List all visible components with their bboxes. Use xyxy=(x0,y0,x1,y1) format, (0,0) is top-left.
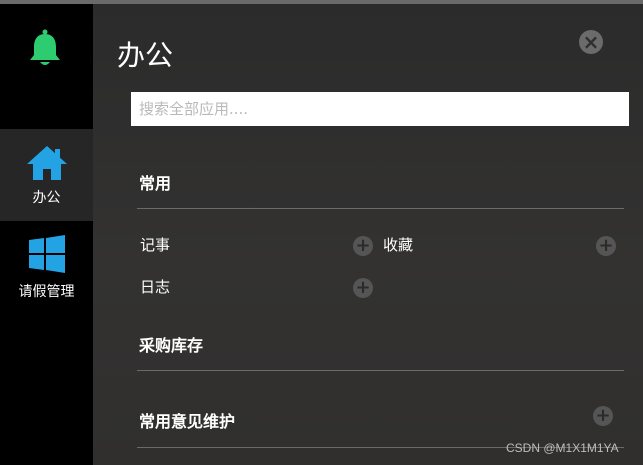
notification-bell[interactable] xyxy=(0,4,93,104)
app-notes[interactable]: 记事 xyxy=(140,234,170,255)
add-favorites-plus-icon[interactable]: + xyxy=(596,236,616,256)
divider xyxy=(137,208,624,209)
section-title-common: 常用 xyxy=(139,174,172,193)
sidebar: 办公 请假管理 xyxy=(0,4,93,465)
sidebar-item-label: 办公 xyxy=(32,190,61,206)
add-notes-plus-icon[interactable]: + xyxy=(353,236,373,256)
panel-title: 办公 xyxy=(117,39,174,72)
app-panel: 办公 × 常用 记事 + 收藏 + 日志 + 采购库存 常用意见维护 + xyxy=(93,4,643,465)
sidebar-item-office[interactable]: 办公 xyxy=(0,129,93,221)
search-input[interactable] xyxy=(131,92,629,126)
section-title-opinion-maintenance: 常用意见维护 xyxy=(139,412,236,431)
add-opinion-maintenance-plus-icon[interactable]: + xyxy=(593,406,613,426)
section-title-procurement-inventory: 采购库存 xyxy=(139,336,204,355)
divider xyxy=(137,370,624,371)
home-icon xyxy=(0,145,93,185)
app-favorites[interactable]: 收藏 xyxy=(383,234,413,255)
app-log[interactable]: 日志 xyxy=(140,276,170,297)
close-icon[interactable]: × xyxy=(579,30,603,54)
sidebar-item-label: 请假管理 xyxy=(18,284,75,300)
sidebar-item-leave-management[interactable]: 请假管理 xyxy=(0,221,93,313)
watermark: CSDN @M1X1M1YA xyxy=(506,441,619,455)
bell-icon xyxy=(30,29,60,65)
windows-icon xyxy=(0,235,93,277)
add-log-plus-icon[interactable]: + xyxy=(353,278,373,298)
